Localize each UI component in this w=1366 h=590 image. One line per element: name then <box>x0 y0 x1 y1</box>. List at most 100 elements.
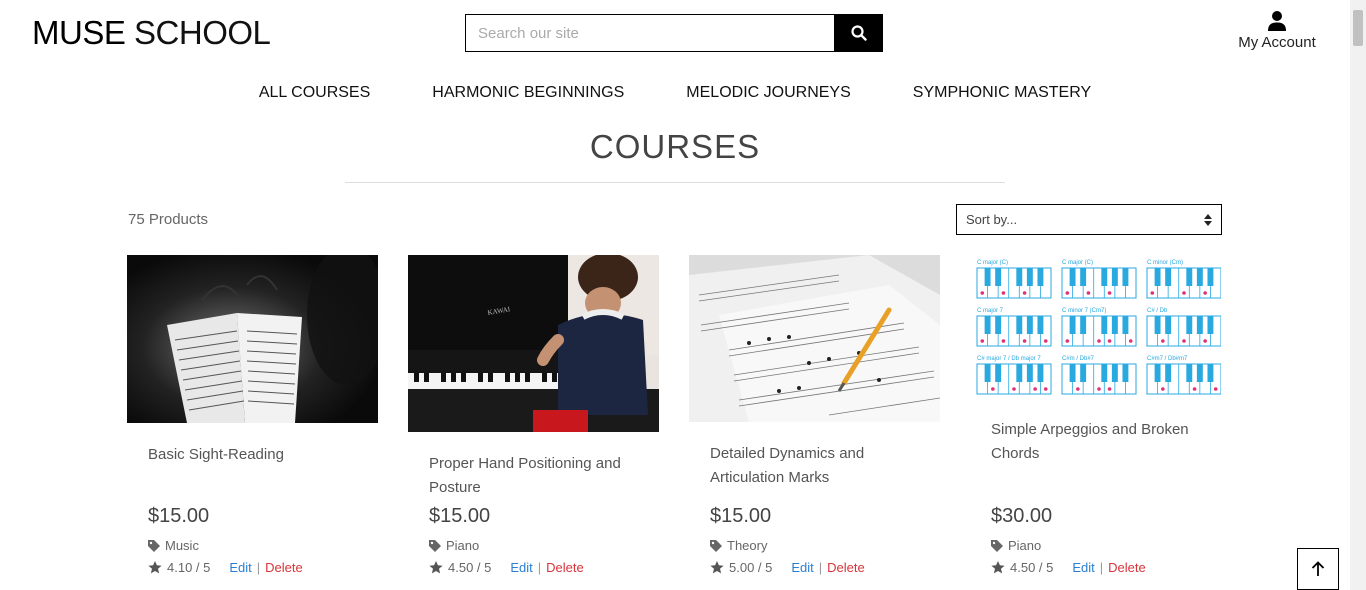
chord-label: C major 7 <box>977 308 1004 314</box>
my-account-link[interactable]: My Account <box>1228 10 1326 51</box>
delete-link[interactable]: Delete <box>265 560 303 575</box>
chord-label: C#m / Db#7 <box>1062 356 1095 362</box>
chord-note-dot <box>1022 291 1027 295</box>
chord-label: C major (C) <box>977 260 1008 266</box>
product-card: KAWAI Proper Hand Positioning and Postur… <box>408 255 659 575</box>
product-meta: 5.00 / 5 Edit | Delete <box>710 560 865 575</box>
black-key <box>1037 364 1044 382</box>
chord-note-dot <box>1192 387 1197 391</box>
search-input[interactable] <box>465 14 835 52</box>
chord-note-dot <box>1065 339 1070 343</box>
product-category-label: Music <box>165 538 199 553</box>
black-key <box>1069 268 1076 286</box>
chord-note-dot <box>1161 387 1165 391</box>
logo-word-muse: MUSE <box>32 14 126 51</box>
delete-link[interactable]: Delete <box>546 560 584 575</box>
black-key <box>1154 316 1161 334</box>
product-category[interactable]: Piano <box>991 538 1041 553</box>
chord-note-dot <box>1203 339 1207 343</box>
edit-link[interactable]: Edit <box>791 560 813 575</box>
search-icon <box>850 25 867 41</box>
search-button[interactable] <box>834 14 883 52</box>
site-logo[interactable]: MUSE SCHOOL <box>32 14 271 52</box>
black-key <box>1069 364 1076 382</box>
black-key <box>1186 268 1193 286</box>
chord-note-dot <box>1086 291 1091 295</box>
product-image-sheet-music[interactable] <box>127 255 378 423</box>
delete-link[interactable]: Delete <box>827 560 865 575</box>
delete-link[interactable]: Delete <box>1108 560 1146 575</box>
chord-note-dot <box>1182 339 1186 343</box>
chord-note-dot <box>1033 387 1037 391</box>
product-meta: 4.50 / 5 Edit | Delete <box>991 560 1146 575</box>
product-category-label: Piano <box>1008 538 1042 553</box>
nav-symphonic-mastery[interactable]: SYMPHONIC MASTERY <box>913 84 1091 102</box>
chord-note-dot <box>1012 387 1016 391</box>
product-category[interactable]: Piano <box>429 538 479 553</box>
title-divider <box>345 182 1005 183</box>
link-separator: | <box>818 560 823 575</box>
product-price: $15.00 <box>429 505 491 527</box>
product-price: $15.00 <box>710 505 772 527</box>
black-key <box>1186 364 1193 382</box>
edit-link[interactable]: Edit <box>1072 560 1094 575</box>
back-to-top-button[interactable] <box>1297 548 1339 590</box>
product-title[interactable]: Simple Arpeggios and Broken Chords <box>991 418 1216 466</box>
black-key <box>1026 268 1033 286</box>
product-category-label: Theory <box>727 538 768 553</box>
black-key <box>1154 364 1161 382</box>
black-key <box>1016 268 1023 286</box>
product-count: 75 Products <box>128 211 209 228</box>
chord-label: C# major 7 / Db major 7 <box>977 356 1041 362</box>
product-title[interactable]: Proper Hand Positioning and Posture <box>429 452 654 500</box>
black-key <box>1196 268 1203 286</box>
chord-note-dot <box>1001 291 1006 295</box>
edit-link[interactable]: Edit <box>510 560 532 575</box>
sort-select[interactable]: Sort by... <box>956 204 1222 235</box>
product-category[interactable]: Music <box>148 538 199 553</box>
product-rating: 4.50 / 5 <box>1010 560 1054 575</box>
chord-label: C minor (Cm) <box>1147 260 1183 266</box>
black-key <box>1080 364 1087 382</box>
black-key <box>1069 316 1076 334</box>
main-nav: ALL COURSES HARMONIC BEGINNINGS MELODIC … <box>0 84 1350 102</box>
nav-all-courses[interactable]: ALL COURSES <box>259 84 370 102</box>
my-account-label: My Account <box>1238 34 1316 51</box>
product-rating: 4.10 / 5 <box>167 560 211 575</box>
product-meta: 4.10 / 5 Edit | Delete <box>148 560 303 575</box>
tag-icon <box>991 539 1003 552</box>
chord-note-dot <box>1043 339 1048 343</box>
scrollbar-thumb[interactable] <box>1353 10 1363 46</box>
page-scrollbar[interactable] <box>1350 0 1366 590</box>
chord-note-dot <box>1203 291 1207 295</box>
sort-arrows-icon <box>1204 213 1212 226</box>
chord-note-dot <box>1043 387 1048 391</box>
nav-melodic-journeys[interactable]: MELODIC JOURNEYS <box>686 84 850 102</box>
user-icon <box>1268 11 1286 31</box>
product-title[interactable]: Detailed Dynamics and Articulation Marks <box>710 442 935 490</box>
edit-link[interactable]: Edit <box>229 560 251 575</box>
black-key <box>1080 316 1087 334</box>
product-category-label: Piano <box>446 538 480 553</box>
chord-label: C# / Db <box>1147 308 1168 314</box>
chord-note-dot <box>1097 339 1101 343</box>
chord-note-dot <box>1107 291 1112 295</box>
chord-note-dot <box>1022 339 1027 343</box>
black-key <box>1154 268 1161 286</box>
black-key <box>995 364 1002 382</box>
product-image-score-pencil[interactable] <box>689 255 940 422</box>
product-image-chord-chart[interactable]: C major (C) C major (C) C minor (Cm) C majo… <box>970 255 1221 400</box>
product-title[interactable]: Basic Sight-Reading <box>148 443 373 467</box>
chord-note-dot <box>1161 339 1165 343</box>
star-icon <box>991 561 1005 574</box>
product-image-piano-child[interactable]: KAWAI <box>408 255 659 432</box>
nav-harmonic-beginnings[interactable]: HARMONIC BEGINNINGS <box>432 84 624 102</box>
chord-label: C major (C) <box>1062 260 1093 266</box>
star-icon <box>429 561 443 574</box>
chord-note-dot <box>1128 339 1133 343</box>
product-category[interactable]: Theory <box>710 538 767 553</box>
tag-icon <box>429 539 441 552</box>
chord-note-dot <box>1213 387 1218 391</box>
chord-note-dot <box>991 387 995 391</box>
black-key <box>1207 364 1214 382</box>
